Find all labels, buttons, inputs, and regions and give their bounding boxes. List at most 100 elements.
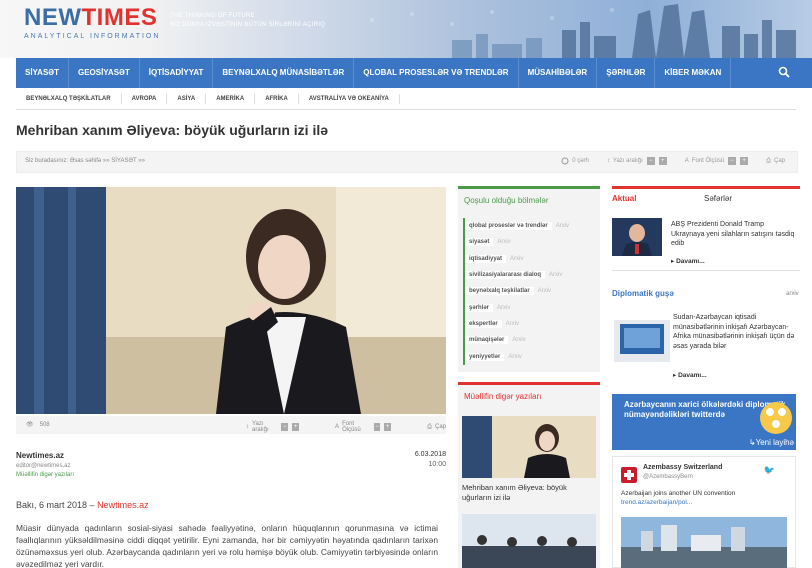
tweet-handle[interactable]: @AzembassyBern: [643, 474, 693, 480]
twitter-banner[interactable]: Azərbaycanın xarici ölkələrdəki diplomat…: [612, 394, 796, 450]
more-link-1[interactable]: ▸ Davamı...: [671, 257, 705, 265]
nav-item-qlobal[interactable]: QLOBAL PROSESLƏR VƏ TRENDLƏR: [354, 58, 519, 88]
news-thumb-trump[interactable]: [612, 218, 662, 256]
arrows-icon-2: ↕: [246, 424, 249, 430]
logo-times: TIMES: [81, 4, 158, 31]
more-link-2[interactable]: ▸ Davamı...: [673, 371, 707, 379]
view-count: 👁 508: [26, 421, 50, 429]
tagline-line2: BİZ DÜNYA İZVƏSTİNİN BÜTÜN SİRLƏRİNİ AÇI…: [170, 22, 326, 28]
font-label-2: Font Ölçüsü: [342, 421, 361, 433]
tag-item[interactable]: qlobal proseslər və trendlər Arxiv: [463, 218, 599, 235]
comment-count[interactable]: 0 çərh: [561, 157, 589, 165]
spacing-control: ↕ Yazı aralığı − +: [607, 157, 667, 165]
tag-item[interactable]: iqtisadiyyat Arxiv: [463, 250, 599, 267]
spacing-minus-button-2[interactable]: −: [281, 423, 289, 431]
breadcrumb: Siz buradasınız: Əsas səhifə »» SİYASƏT …: [25, 158, 145, 164]
tag-list: qlobal proseslər və trendlər Arxiv siyasə…: [463, 218, 599, 365]
diplomatic-archive[interactable]: arxiv: [786, 291, 799, 297]
font-minus-button-2[interactable]: −: [373, 423, 381, 431]
subnav-item-afrika[interactable]: AFRİKA: [255, 93, 299, 104]
spacing-label-2: Yazı aralığı: [252, 421, 269, 433]
author-other-link[interactable]: Müəllifin digər yazıları: [16, 472, 74, 478]
print-icon: ⎙: [766, 157, 771, 164]
spacing-plus-button-2[interactable]: +: [292, 423, 300, 431]
lead-link[interactable]: Newtimes.az: [97, 500, 149, 510]
print-button[interactable]: ⎙ Çap: [766, 158, 785, 165]
tag-item[interactable]: ekspertlər Arxiv: [463, 315, 599, 333]
font-plus-button[interactable]: +: [740, 157, 749, 165]
main-nav: SİYASƏT GEOSİYASƏT İQTİSADİYYAT BEYNƏLXA…: [16, 58, 812, 88]
tag-item[interactable]: beynəlxalq təşkilatlar Arxiv: [463, 283, 599, 300]
sub-nav: BEYNƏLXALQ TƏŞKİLATLAR AVROPA ASİYA AMER…: [16, 88, 796, 110]
other-article-thumb-2[interactable]: [462, 514, 596, 568]
subnav-item-amerika[interactable]: AMERİKA: [206, 93, 256, 104]
nav-item-serhler[interactable]: ŞƏRHLƏR: [597, 58, 656, 88]
tag-item[interactable]: siyasət Arxiv: [463, 234, 599, 251]
comment-count-label: 0 çərh: [572, 158, 589, 164]
nav-item-kiber[interactable]: KİBER MƏKAN: [655, 58, 732, 88]
tweet-image[interactable]: [621, 517, 787, 568]
news-item-1[interactable]: ABŞ Prezidenti Donald Tramp Ukraynaya ye…: [671, 220, 799, 249]
twitter-icon[interactable]: 🐦: [764, 465, 775, 476]
other-article-title[interactable]: Mehriban xanım Əliyeva: böyük uğurların …: [462, 483, 596, 502]
nav-item-iqtisadiyyat[interactable]: İQTİSADİYYAT: [140, 58, 214, 88]
breadcrumb-end: »»: [138, 158, 145, 164]
article-date: 6.03.2018: [414, 451, 446, 458]
article-body: Müasir dünyada qadınların sosial-siyasi …: [16, 523, 438, 568]
banner-link[interactable]: ↳Yeni layihə: [749, 438, 794, 447]
other-articles-title: Müəllifin digər yazıları: [464, 392, 542, 401]
nav-item-musahibeler[interactable]: MÜSAHİBƏLƏR: [519, 58, 598, 88]
nav-item-siyaset[interactable]: SİYASƏT: [16, 58, 69, 88]
tag-item[interactable]: şərhlər Arxiv: [463, 299, 599, 316]
font-plus-button-2[interactable]: +: [384, 423, 392, 431]
news-item-2[interactable]: Sudan-Azərbaycan iqtisadi münasibətlərin…: [673, 313, 801, 351]
tagline-line1: THE THINKING OF FUTURE: [170, 13, 255, 19]
font-control: A Font Ölçüsü − +: [685, 157, 749, 165]
subnav-item-asiya[interactable]: ASİYA: [167, 93, 207, 104]
author-email[interactable]: editor@newtimes.az: [16, 463, 70, 469]
clock-icon: [561, 157, 569, 165]
article-tools: 0 çərh ↕ Yazı aralığı − + A Font Ölçüsü −…: [561, 157, 785, 165]
subnav-item-avstraliya[interactable]: AVSTRALİYA VƏ OKEANİYA: [299, 93, 400, 104]
city-skyline-banner: [370, 4, 796, 58]
breadcrumb-section[interactable]: SİYASƏT: [111, 158, 136, 164]
breadcrumb-home[interactable]: Əsas səhifə: [70, 158, 102, 164]
spacing-plus-button[interactable]: +: [658, 157, 667, 165]
subnav-item-avropa[interactable]: AVROPA: [122, 93, 168, 104]
tag-item[interactable]: sivilizasiyalararası dialoq Arxiv: [463, 266, 599, 284]
network-icon: [760, 402, 792, 434]
subnav-item-teskilatlar[interactable]: BEYNƏLXALQ TƏŞKİLATLAR: [16, 93, 122, 104]
swiss-flag-avatar: [621, 467, 637, 483]
tab-seferler[interactable]: Səfərlər: [704, 194, 732, 203]
article-lead: Bakı, 6 mart 2018 – Newtimes.az: [16, 500, 149, 510]
image-toolbar: 👁 508 ↕ Yazı aralığı − + A Font Ölçüsü − +…: [16, 416, 446, 434]
spacing-minus-button[interactable]: −: [646, 157, 655, 165]
font-control-2: A Font Ölçüsü − +: [335, 421, 392, 433]
spacing-control-2: ↕ Yazı aralığı − +: [246, 421, 300, 433]
logo-subtitle: ANALYTICAL INFORMATION: [24, 33, 161, 40]
search-icon[interactable]: [778, 66, 790, 78]
tag-item[interactable]: yeniyyetlər Arxiv: [463, 348, 599, 365]
diplomatic-title[interactable]: Diplomatik guşə: [612, 289, 674, 298]
font-minus-button[interactable]: −: [728, 157, 737, 165]
breadcrumb-bar: Siz buradasınız: Əsas səhifə »» SİYASƏT …: [16, 151, 798, 173]
tagline: THE THINKING OF FUTURE BİZ DÜNYA İZVƏSTİ…: [170, 12, 325, 30]
print-button-2[interactable]: ⎙ Çap: [427, 421, 446, 433]
nav-item-geosiyaset[interactable]: GEOSİYASƏT: [69, 58, 140, 88]
site-logo[interactable]: NEWTIMES ANALYTICAL INFORMATION: [24, 4, 161, 41]
arrows-icon: ↕: [606, 158, 610, 164]
tag-item[interactable]: münaqişələr Arxiv: [463, 332, 599, 349]
other-article-thumb[interactable]: [462, 416, 596, 478]
breadcrumb-prefix: Siz buradasınız:: [25, 158, 69, 164]
news-thumb-sudan[interactable]: [614, 320, 670, 362]
tweet-text: Azerbaijan joins another UN convention t…: [621, 490, 736, 506]
nav-item-beynelxalq[interactable]: BEYNƏLXALQ MÜNASİBƏTLƏR: [213, 58, 355, 88]
print-icon-2: ⎙: [427, 423, 432, 430]
page-title: Mehriban xanım Əliyeva: böyük uğurların …: [16, 122, 329, 138]
tab-aktual[interactable]: Aktual: [612, 194, 636, 203]
article-photo: [16, 187, 446, 414]
tweet-name[interactable]: Azembassy Switzerland: [643, 464, 722, 471]
breadcrumb-sep: »»: [102, 158, 110, 164]
font-label: Font Ölçüsü: [691, 158, 725, 164]
view-count-label: 508: [39, 421, 50, 428]
